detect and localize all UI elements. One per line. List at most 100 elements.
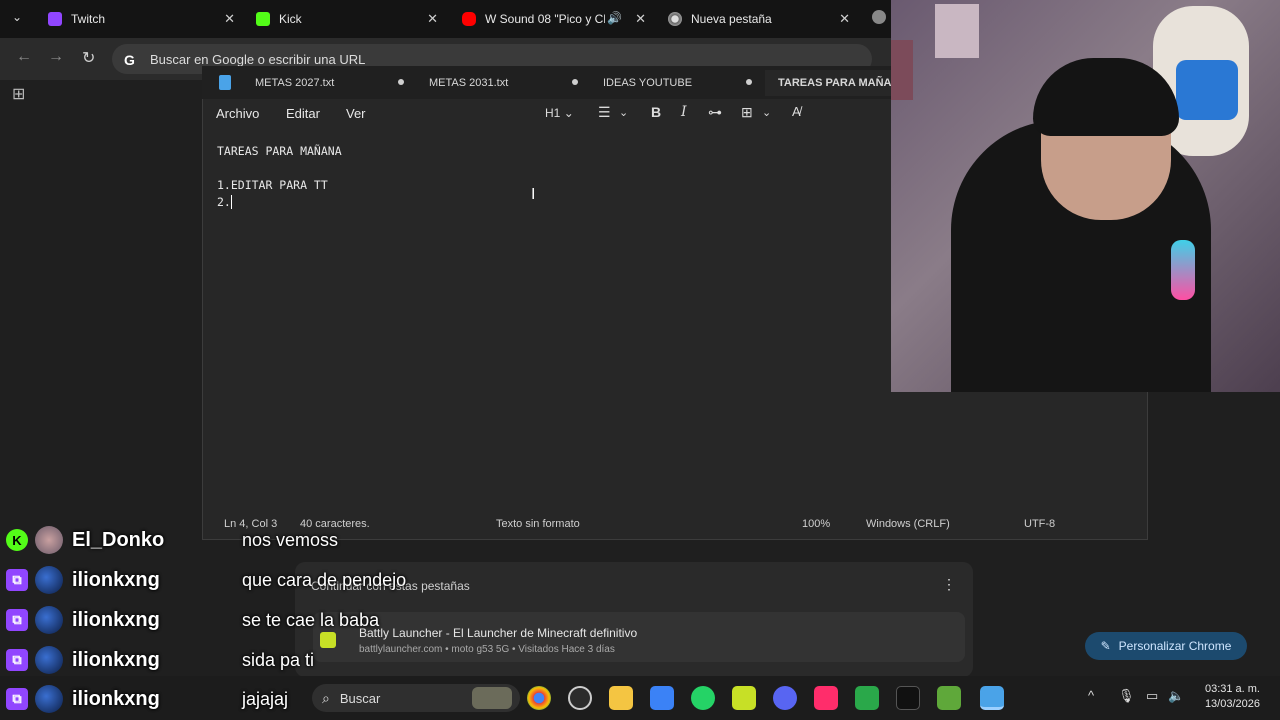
notepad-tab-metas-2031[interactable]: METAS 2031.txt	[429, 74, 508, 92]
close-icon[interactable]: ✕	[635, 11, 646, 27]
microsoft-store-icon[interactable]	[650, 686, 674, 710]
chrome-icon[interactable]	[527, 686, 551, 710]
tab-label: TAREAS PARA MAÑAN	[778, 77, 891, 89]
twitch-icon: ⧉	[6, 569, 28, 591]
chrome-icon[interactable]	[872, 10, 886, 24]
discord-icon[interactable]	[773, 686, 797, 710]
notepad-tab-metas-2027[interactable]: METAS 2027.txt	[255, 74, 334, 92]
back-arrow-icon[interactable]: ←	[16, 48, 32, 66]
close-icon[interactable]: ✕	[839, 11, 850, 27]
webcam-overlay	[891, 0, 1280, 392]
italic-icon[interactable]: I	[681, 104, 687, 120]
tiktok-live-icon[interactable]	[814, 686, 838, 710]
i-beam-cursor-icon: I	[531, 186, 536, 203]
audio-icon[interactable]: 🔊	[607, 11, 622, 25]
customize-chrome-button[interactable]: ✎ Personalizar Chrome	[1085, 632, 1247, 660]
clear-format-icon[interactable]: A̸	[792, 104, 801, 119]
status-line-ending: Windows (CRLF)	[866, 518, 950, 530]
close-icon[interactable]: ✕	[224, 11, 235, 27]
chevron-up-icon[interactable]: ^	[1088, 688, 1094, 703]
chevron-down-icon[interactable]: ⌄	[762, 106, 771, 119]
browser-tab-kick[interactable]: Kick ✕	[248, 4, 448, 34]
battly-launcher-icon[interactable]	[732, 686, 756, 710]
taskbar-clock[interactable]: 03:31 a. m. 13/03/2026	[1200, 682, 1260, 712]
twitch-icon	[48, 12, 62, 26]
notepad-tab-tareas[interactable]: TAREAS PARA MAÑAN	[765, 70, 891, 96]
chevron-down-icon[interactable]: ⌄	[619, 106, 628, 119]
chat-text: sida pa ti	[242, 649, 315, 670]
network-icon[interactable]: ▭	[1146, 688, 1158, 704]
bold-icon[interactable]: B	[651, 104, 661, 120]
table-icon[interactable]: ⊞	[741, 104, 753, 121]
status-encoding: UTF-8	[1024, 518, 1056, 530]
reload-icon[interactable]: ↻	[82, 48, 95, 68]
tab-label: Twitch	[71, 12, 106, 26]
close-icon[interactable]: ✕	[427, 11, 438, 27]
chat-message: ⧉ ilionkxng que cara de pendejo	[0, 561, 406, 599]
tab-list-chevron-icon[interactable]: ⌄	[12, 10, 22, 24]
google-icon: G	[124, 52, 135, 68]
apps-grid-icon[interactable]: ⊞	[12, 84, 25, 104]
menu-ver[interactable]: Ver	[346, 106, 366, 121]
spreadsheet-icon[interactable]	[855, 686, 879, 710]
chat-message: ⧉ ilionkxng jajajaj	[0, 680, 288, 718]
more-options-icon[interactable]: ⋮	[942, 576, 956, 593]
editor-line: TAREAS PARA MAÑANA	[217, 144, 342, 158]
heading-dropdown[interactable]: H1 ⌄	[545, 106, 574, 120]
browser-tab-twitch[interactable]: Twitch ✕	[40, 4, 245, 34]
chat-message: ⧉ ilionkxng sida pa ti	[0, 641, 314, 679]
suggestion-title[interactable]: Battly Launcher - El Launcher de Minecra…	[359, 626, 637, 640]
menu-editar[interactable]: Editar	[286, 106, 320, 121]
avatar	[35, 566, 63, 594]
forward-arrow-icon[interactable]: →	[48, 48, 64, 66]
status-zoom[interactable]: 100%	[802, 518, 830, 530]
tab-label: METAS 2031.txt	[429, 77, 509, 89]
pencil-icon: ✎	[1100, 639, 1111, 653]
microphone-icon[interactable]: 🎙	[1118, 688, 1135, 704]
text-cursor	[230, 195, 232, 209]
chrome-icon	[668, 12, 682, 26]
status-format: Texto sin formato	[496, 518, 580, 530]
tab-label: Kick	[279, 12, 302, 26]
editor-line: 1.EDITAR PARA TT	[217, 178, 328, 192]
chevron-down-icon: ⌄	[563, 106, 574, 120]
menu-archivo[interactable]: Archivo	[216, 106, 259, 121]
notepad-icon[interactable]	[980, 686, 1004, 710]
avatar	[35, 685, 63, 713]
clock-time: 03:31 a. m.	[1204, 683, 1260, 695]
browser-tab-youtube[interactable]: W Sound 08 "Pico y Cha 🔊 ✕	[454, 4, 656, 34]
kick-icon	[256, 12, 270, 26]
microphone	[1171, 240, 1195, 300]
unsaved-dot-icon	[746, 79, 752, 85]
link-icon[interactable]: ⊶	[708, 104, 722, 121]
kick-icon: K	[6, 529, 28, 551]
chat-username: El_Donko	[72, 528, 165, 551]
address-bar-placeholder: Buscar en Google o escribir una URL	[150, 51, 366, 67]
tab-label: Nueva pestaña	[691, 12, 772, 26]
search-highlight-icon	[472, 687, 512, 709]
obs-icon[interactable]	[568, 686, 592, 710]
whatsapp-icon[interactable]	[691, 686, 715, 710]
tiktok-icon[interactable]	[896, 686, 920, 710]
browser-tab-new-tab[interactable]: Nueva pestaña ✕	[660, 4, 860, 34]
minecraft-icon[interactable]	[937, 686, 961, 710]
chat-username: ilionkxng	[72, 568, 160, 591]
avatar	[35, 606, 63, 634]
unsaved-dot-icon	[572, 79, 578, 85]
volume-icon[interactable]: 🔈	[1168, 688, 1184, 704]
search-icon: ⌕	[322, 689, 330, 706]
chat-message: ⧉ ilionkxng se te cae la baba	[0, 601, 379, 639]
twitch-icon: ⧉	[6, 688, 28, 710]
list-icon[interactable]: ☰	[598, 104, 611, 121]
heading-label: H1	[545, 106, 561, 120]
chat-username: ilionkxng	[72, 608, 160, 631]
taskbar-search[interactable]: ⌕ Buscar	[312, 684, 520, 712]
chat-username: ilionkxng	[72, 687, 160, 710]
youtube-icon	[462, 12, 476, 26]
file-explorer-icon[interactable]	[609, 686, 633, 710]
notepad-editor[interactable]: TAREAS PARA MAÑANA 1.EDITAR PARA TT 2.	[217, 143, 342, 211]
tab-label: METAS 2027.txt	[255, 77, 335, 89]
notepad-tab-ideas-youtube[interactable]: IDEAS YOUTUBE	[603, 74, 692, 92]
customize-chrome-label: Personalizar Chrome	[1118, 639, 1232, 653]
wall-poster	[891, 40, 913, 100]
